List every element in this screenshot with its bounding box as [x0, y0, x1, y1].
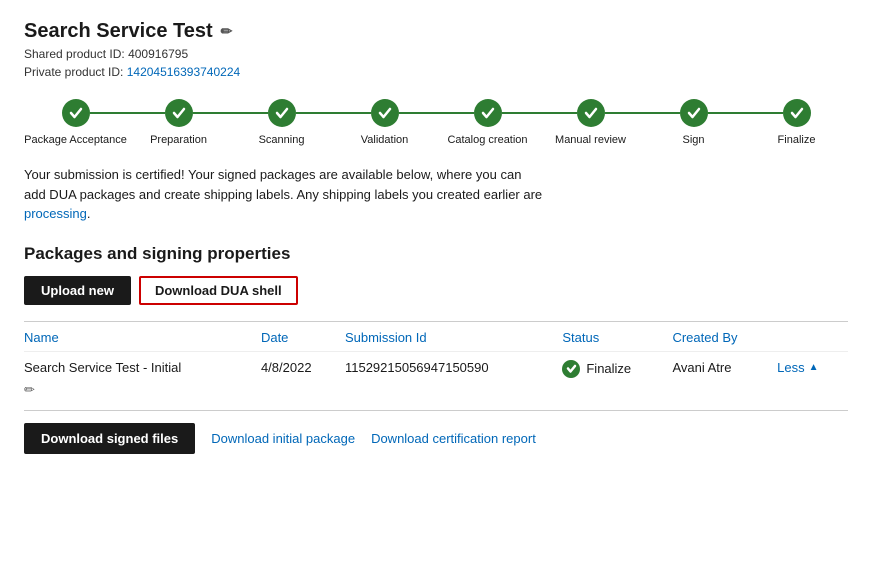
row-less[interactable]: Less ▲	[777, 351, 848, 382]
packages-title: Packages and signing properties	[24, 244, 848, 264]
step-label-1: Preparation	[150, 133, 207, 147]
row-status: Finalize	[562, 351, 672, 382]
row-created-by: Avani Atre	[672, 351, 777, 382]
step-circle-3	[371, 99, 399, 127]
row-name: Search Service Test - Initial	[24, 351, 261, 382]
row-date: 4/8/2022	[261, 351, 345, 382]
processing-link[interactable]: processing	[24, 206, 87, 221]
shared-product-value: 400916795	[128, 47, 188, 61]
upload-new-button[interactable]: Upload new	[24, 276, 131, 305]
step-circle-5	[577, 99, 605, 127]
status-check-icon	[562, 360, 580, 378]
step-label-0: Package Acceptance	[24, 133, 127, 147]
step-2: Scanning	[230, 99, 333, 147]
step-label-4: Catalog creation	[447, 133, 527, 147]
step-label-6: Sign	[682, 133, 704, 147]
step-circle-4	[474, 99, 502, 127]
edit-row: ✏	[24, 382, 848, 406]
download-cert-link[interactable]: Download certification report	[371, 431, 536, 446]
packages-section: Packages and signing properties Upload n…	[24, 244, 848, 454]
step-label-5: Manual review	[555, 133, 626, 147]
table-row: Search Service Test - Initial 4/8/2022 1…	[24, 351, 848, 382]
private-product-label: Private product ID:	[24, 65, 123, 79]
message-line2: add DUA packages and create shipping lab…	[24, 187, 542, 202]
private-product-value: 14204516393740224	[127, 65, 240, 79]
download-signed-button[interactable]: Download signed files	[24, 423, 195, 454]
col-created-by: Created By	[672, 322, 777, 352]
page-header: Search Service Test ✏ Shared product ID:…	[24, 20, 848, 79]
step-circle-2	[268, 99, 296, 127]
col-date: Date	[261, 322, 345, 352]
col-actions	[777, 322, 848, 352]
less-label[interactable]: Less	[777, 360, 804, 375]
step-label-2: Scanning	[259, 133, 305, 147]
step-7: Finalize	[745, 99, 848, 147]
step-3: Validation	[333, 99, 436, 147]
submission-message: Your submission is certified! Your signe…	[24, 165, 584, 224]
step-0: Package Acceptance	[24, 99, 127, 147]
message-line1: Your submission is certified! Your signe…	[24, 167, 521, 182]
step-circle-6	[680, 99, 708, 127]
col-submission-id: Submission Id	[345, 322, 562, 352]
step-1: Preparation	[127, 99, 230, 147]
col-name: Name	[24, 322, 261, 352]
step-label-3: Validation	[361, 133, 409, 147]
packages-table: Name Date Submission Id Status Created B…	[24, 322, 848, 406]
edit-icon[interactable]: ✏	[221, 23, 233, 40]
table-bottom-divider	[24, 410, 848, 411]
table-header-row: Name Date Submission Id Status Created B…	[24, 322, 848, 352]
bottom-actions: Download signed files Download initial p…	[24, 423, 848, 454]
chevron-up-icon: ▲	[809, 362, 819, 373]
step-5: Manual review	[539, 99, 642, 147]
row-submission-id: 11529215056947150590	[345, 351, 562, 382]
shared-product-label: Shared product ID:	[24, 47, 125, 61]
status-label: Finalize	[586, 361, 631, 376]
toolbar: Upload new Download DUA shell	[24, 276, 848, 305]
edit-cell: ✏	[24, 382, 848, 406]
download-dua-button[interactable]: Download DUA shell	[139, 276, 298, 305]
progress-section: Package Acceptance Preparation Scanning Val…	[24, 99, 848, 149]
download-initial-link[interactable]: Download initial package	[211, 431, 355, 446]
edit-pencil-icon[interactable]: ✏	[24, 382, 35, 397]
step-circle-7	[783, 99, 811, 127]
step-6: Sign	[642, 99, 745, 147]
step-4: Catalog creation	[436, 99, 539, 147]
step-circle-1	[165, 99, 193, 127]
col-status: Status	[562, 322, 672, 352]
page-title: Search Service Test	[24, 20, 213, 43]
step-circle-0	[62, 99, 90, 127]
step-label-7: Finalize	[778, 133, 816, 147]
